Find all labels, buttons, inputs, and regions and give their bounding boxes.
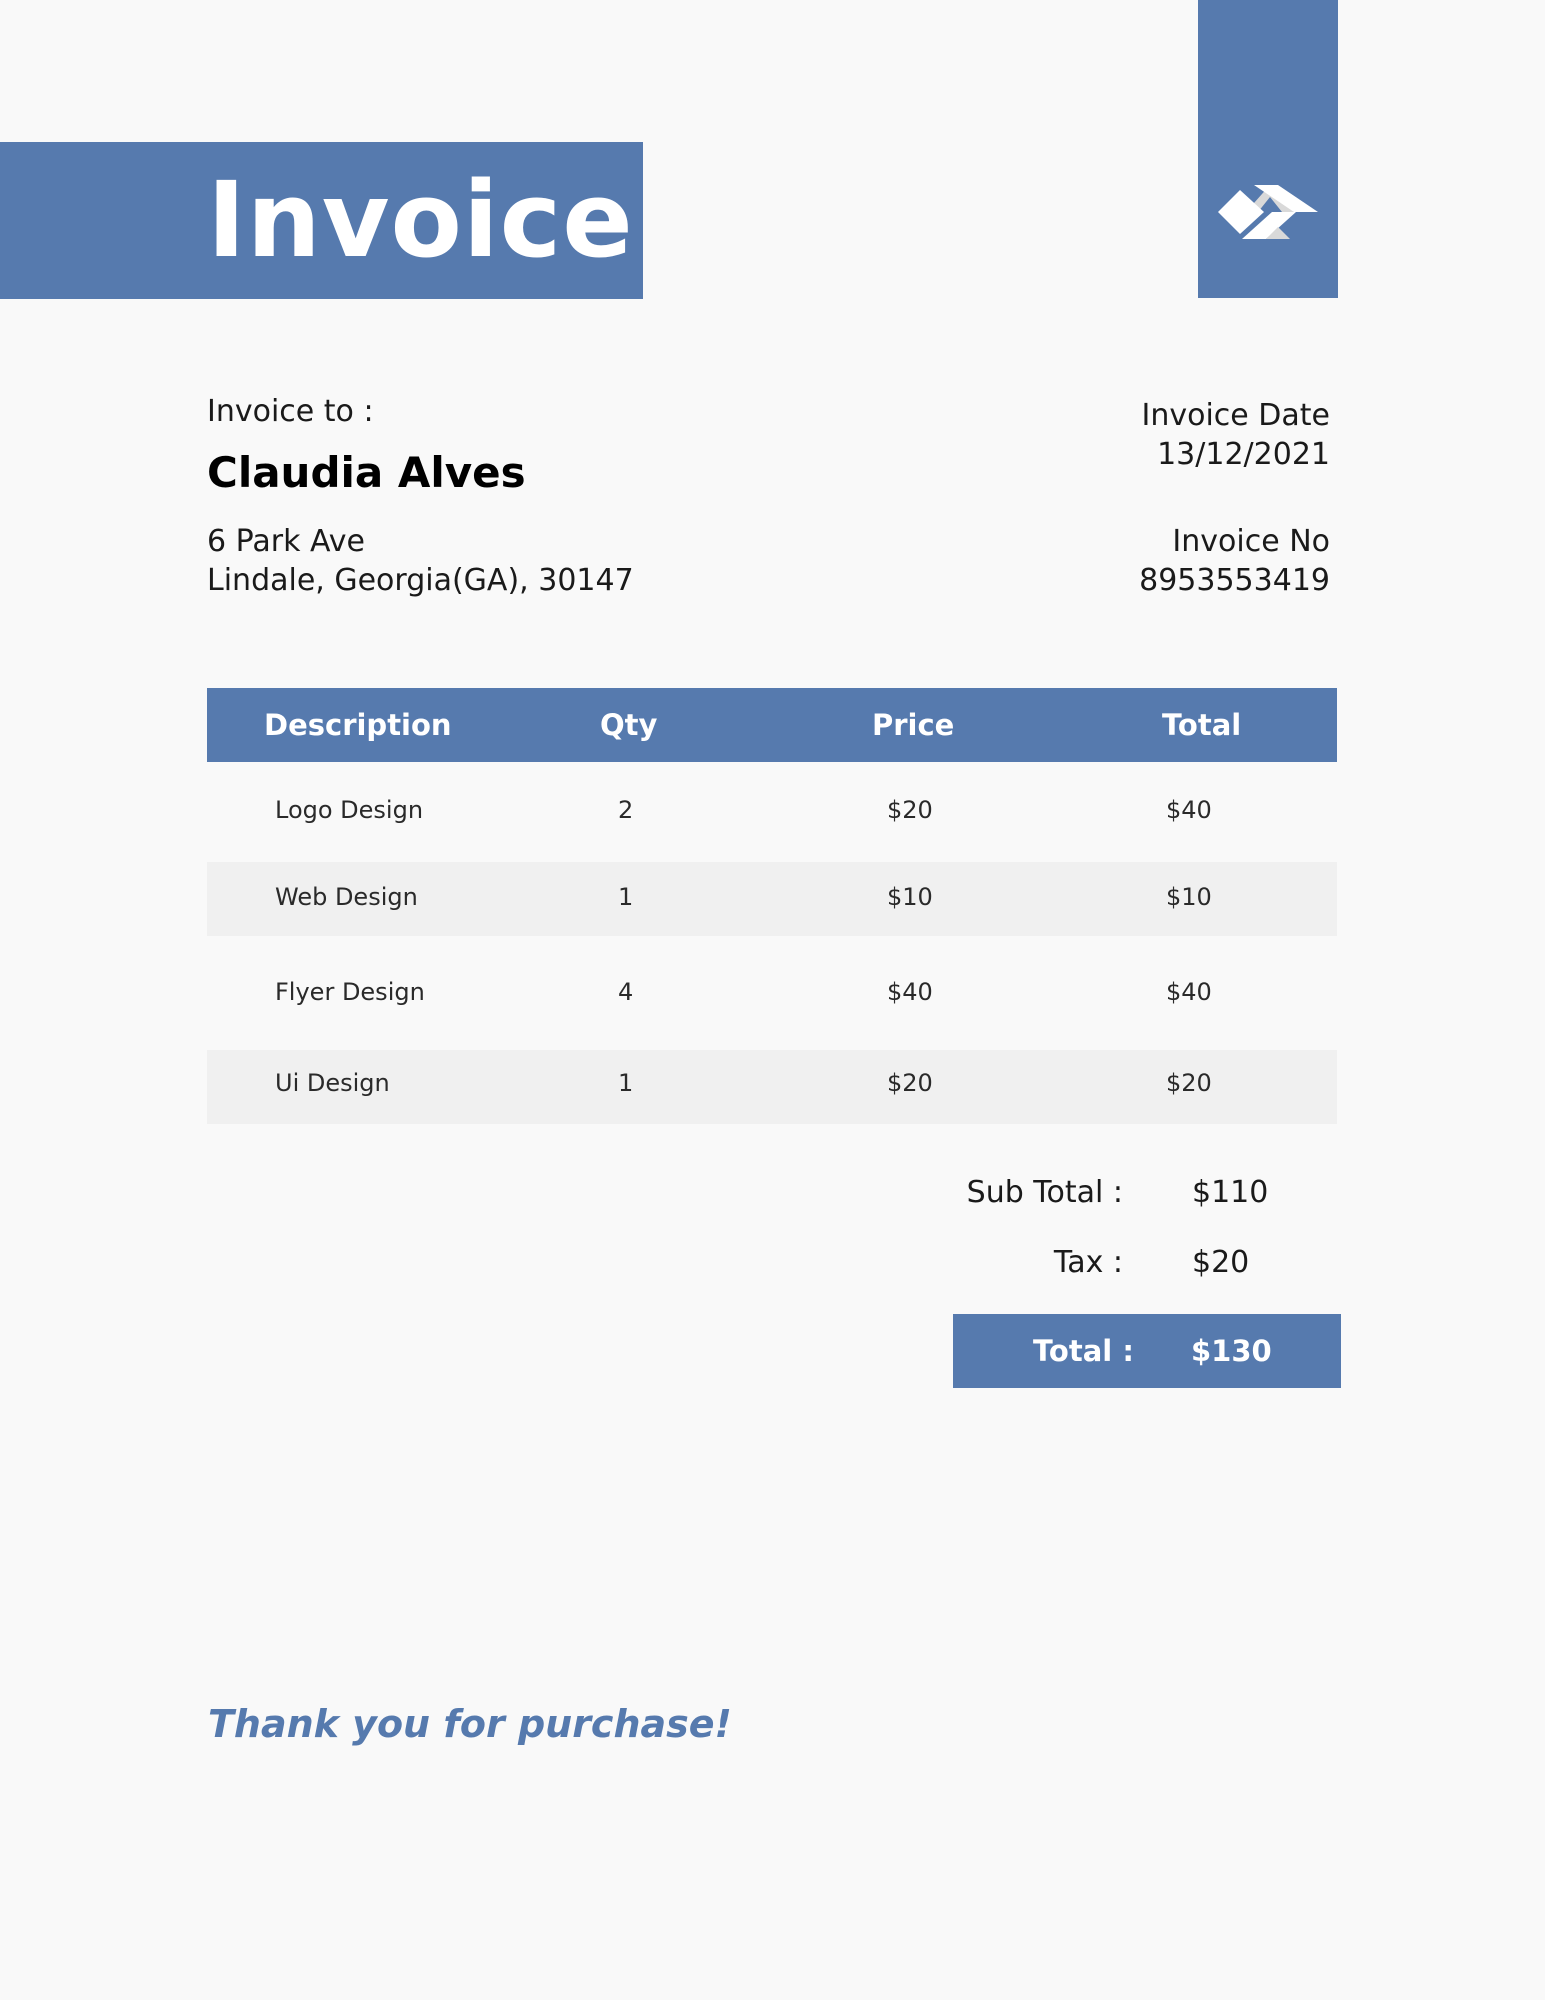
client-name: Claudia Alves xyxy=(207,448,526,497)
thank-you-message: Thank you for purchase! xyxy=(208,1702,732,1746)
cell-qty: 1 xyxy=(618,1069,634,1097)
cell-total: $20 xyxy=(1166,1069,1212,1097)
logo-icon xyxy=(1218,185,1318,239)
cell-description: Ui Design xyxy=(275,1069,390,1097)
invoice-number-value: 8953553419 xyxy=(1139,563,1330,598)
grand-total-value: $130 xyxy=(1191,1334,1272,1368)
column-header-description: Description xyxy=(264,708,452,742)
cell-qty: 1 xyxy=(618,883,634,911)
logo-band xyxy=(1198,0,1338,298)
table-row: Ui Design 1 $20 $20 xyxy=(207,1050,1337,1124)
cell-qty: 2 xyxy=(618,796,634,824)
column-header-qty: Qty xyxy=(600,708,658,742)
grand-total-label: Total : xyxy=(1033,1334,1134,1368)
invoice-number-label: Invoice No xyxy=(1172,524,1330,559)
address-line-1: 6 Park Ave xyxy=(207,524,365,559)
cell-price: $20 xyxy=(887,1069,933,1097)
cell-description: Web Design xyxy=(275,883,418,911)
subtotal-label: Sub Total : xyxy=(966,1175,1123,1210)
table-row: Flyer Design 4 $40 $40 xyxy=(207,936,1337,1050)
subtotal-value: $110 xyxy=(1192,1175,1269,1210)
invoice-date-label: Invoice Date xyxy=(1141,398,1331,433)
grand-total-band: Total : $130 xyxy=(953,1314,1341,1388)
tax-label: Tax : xyxy=(1053,1245,1123,1280)
cell-price: $10 xyxy=(887,883,933,911)
column-header-total: Total xyxy=(1162,708,1242,742)
page-title: Invoice xyxy=(207,159,634,281)
cell-total: $40 xyxy=(1166,796,1212,824)
invoice-to-label: Invoice to : xyxy=(207,394,374,429)
cell-qty: 4 xyxy=(618,978,634,1006)
cell-price: $20 xyxy=(887,796,933,824)
table-header: Description Qty Price Total xyxy=(207,688,1337,762)
table-row: Logo Design 2 $20 $40 xyxy=(207,762,1337,862)
cell-total: $10 xyxy=(1166,883,1212,911)
column-header-price: Price xyxy=(872,708,955,742)
address-line-2: Lindale, Georgia(GA), 30147 xyxy=(207,563,634,598)
tax-value: $20 xyxy=(1192,1245,1250,1280)
cell-total: $40 xyxy=(1166,978,1212,1006)
table-row: Web Design 1 $10 $10 xyxy=(207,862,1337,936)
cell-description: Logo Design xyxy=(275,796,424,824)
invoice-date-value: 13/12/2021 xyxy=(1157,437,1330,472)
cell-price: $40 xyxy=(887,978,933,1006)
cell-description: Flyer Design xyxy=(275,978,425,1006)
